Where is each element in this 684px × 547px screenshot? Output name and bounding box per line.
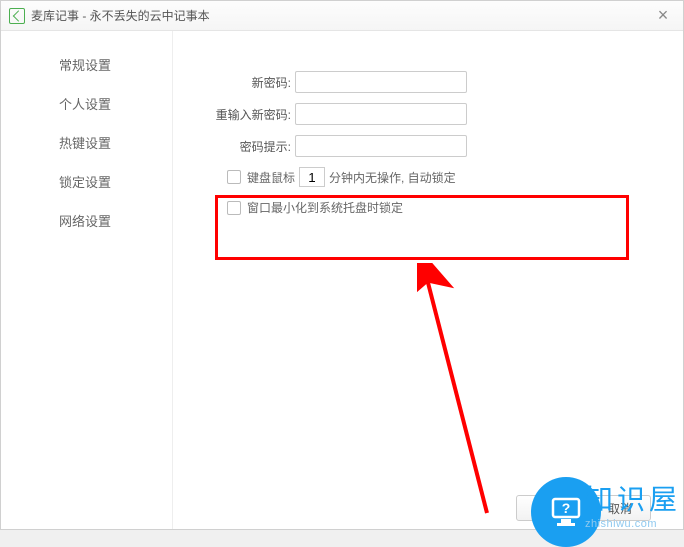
sidebar-item-general[interactable]: 常规设置 [1,45,172,84]
sidebar-item-hotkey[interactable]: 热键设置 [1,123,172,162]
close-icon[interactable]: × [651,5,675,26]
new-password-input[interactable] [295,71,467,93]
sidebar-item-network[interactable]: 网络设置 [1,201,172,240]
sidebar: 常规设置 个人设置 热键设置 锁定设置 网络设置 [1,31,173,529]
window-body: 常规设置 个人设置 热键设置 锁定设置 网络设置 新密码: 重输入新密码: 密码… [1,31,683,529]
app-icon [9,8,25,24]
minimize-lock-checkbox[interactable] [227,201,241,215]
new-password-label: 新密码: [173,74,295,91]
minimize-lock-label: 窗口最小化到系统托盘时锁定 [247,199,403,216]
window-title: 麦库记事 - 永不丢失的云中记事本 [31,7,651,24]
auto-lock-minutes-input[interactable] [299,167,325,187]
sidebar-item-personal[interactable]: 个人设置 [1,84,172,123]
auto-lock-suffix: 分钟内无操作, 自动锁定 [329,169,456,186]
settings-window: 麦库记事 - 永不丢失的云中记事本 × 常规设置 个人设置 热键设置 锁定设置 … [0,0,684,530]
annotation-arrow-icon [417,263,527,523]
confirm-password-label: 重输入新密码: [173,106,295,123]
auto-lock-prefix: 键盘鼠标 [247,169,295,186]
ok-button[interactable]: 确定 [516,495,578,521]
password-hint-input[interactable] [295,135,467,157]
cancel-button[interactable]: 取消 [589,495,651,521]
auto-lock-checkbox[interactable] [227,170,241,184]
auto-lock-row: 键盘鼠标 分钟内无操作, 自动锁定 [173,167,683,187]
password-hint-label: 密码提示: [173,138,295,155]
main-panel: 新密码: 重输入新密码: 密码提示: 键盘鼠标 分钟内无操作, 自动锁定 窗口最… [173,31,683,529]
sidebar-item-lock[interactable]: 锁定设置 [1,162,172,201]
titlebar: 麦库记事 - 永不丢失的云中记事本 × [1,1,683,31]
confirm-password-input[interactable] [295,103,467,125]
minimize-lock-row: 窗口最小化到系统托盘时锁定 [173,199,683,216]
